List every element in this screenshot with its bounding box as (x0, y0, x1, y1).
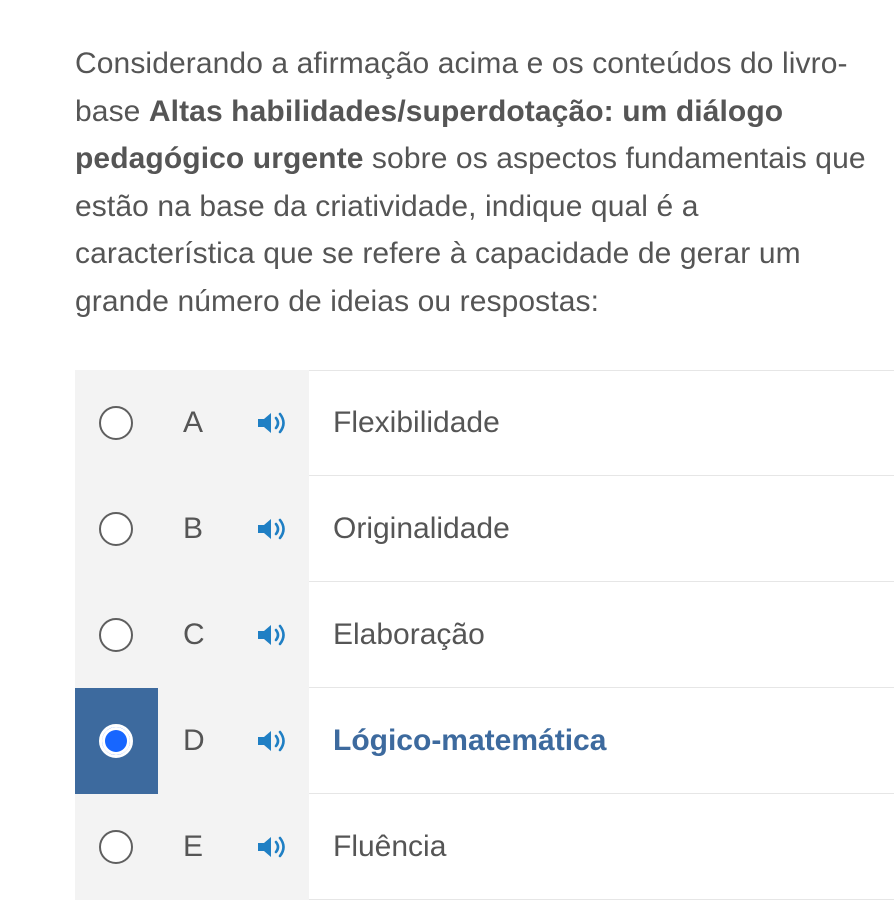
option-c[interactable]: C Elaboração (75, 582, 894, 688)
radio-icon[interactable] (99, 724, 133, 758)
option-letter: C (183, 618, 205, 651)
option-d[interactable]: D Lógico-matemática (75, 688, 894, 794)
speaker-icon[interactable] (255, 516, 289, 542)
option-letter: E (183, 830, 204, 863)
option-letter: B (183, 512, 204, 545)
option-e[interactable]: E Fluência (75, 794, 894, 900)
radio-icon[interactable] (99, 830, 133, 864)
option-letter: A (183, 406, 204, 439)
option-letter: D (183, 724, 205, 757)
question-text: Considerando a afirmação acima e os cont… (75, 40, 885, 325)
option-b[interactable]: B Originalidade (75, 476, 894, 582)
option-label: Originalidade (333, 512, 510, 545)
option-label: Fluência (333, 830, 447, 863)
option-label: Flexibilidade (333, 406, 500, 439)
speaker-icon[interactable] (255, 834, 289, 860)
radio-icon[interactable] (99, 406, 133, 440)
answer-options: A Flexibilidade B Originalidade C Elabor… (75, 370, 894, 900)
speaker-icon[interactable] (255, 728, 289, 754)
radio-icon[interactable] (99, 618, 133, 652)
option-a[interactable]: A Flexibilidade (75, 370, 894, 476)
speaker-icon[interactable] (255, 622, 289, 648)
option-label: Lógico-matemática (333, 724, 607, 757)
option-divider (309, 899, 894, 900)
radio-icon[interactable] (99, 512, 133, 546)
option-label: Elaboração (333, 618, 485, 651)
speaker-icon[interactable] (255, 410, 289, 436)
